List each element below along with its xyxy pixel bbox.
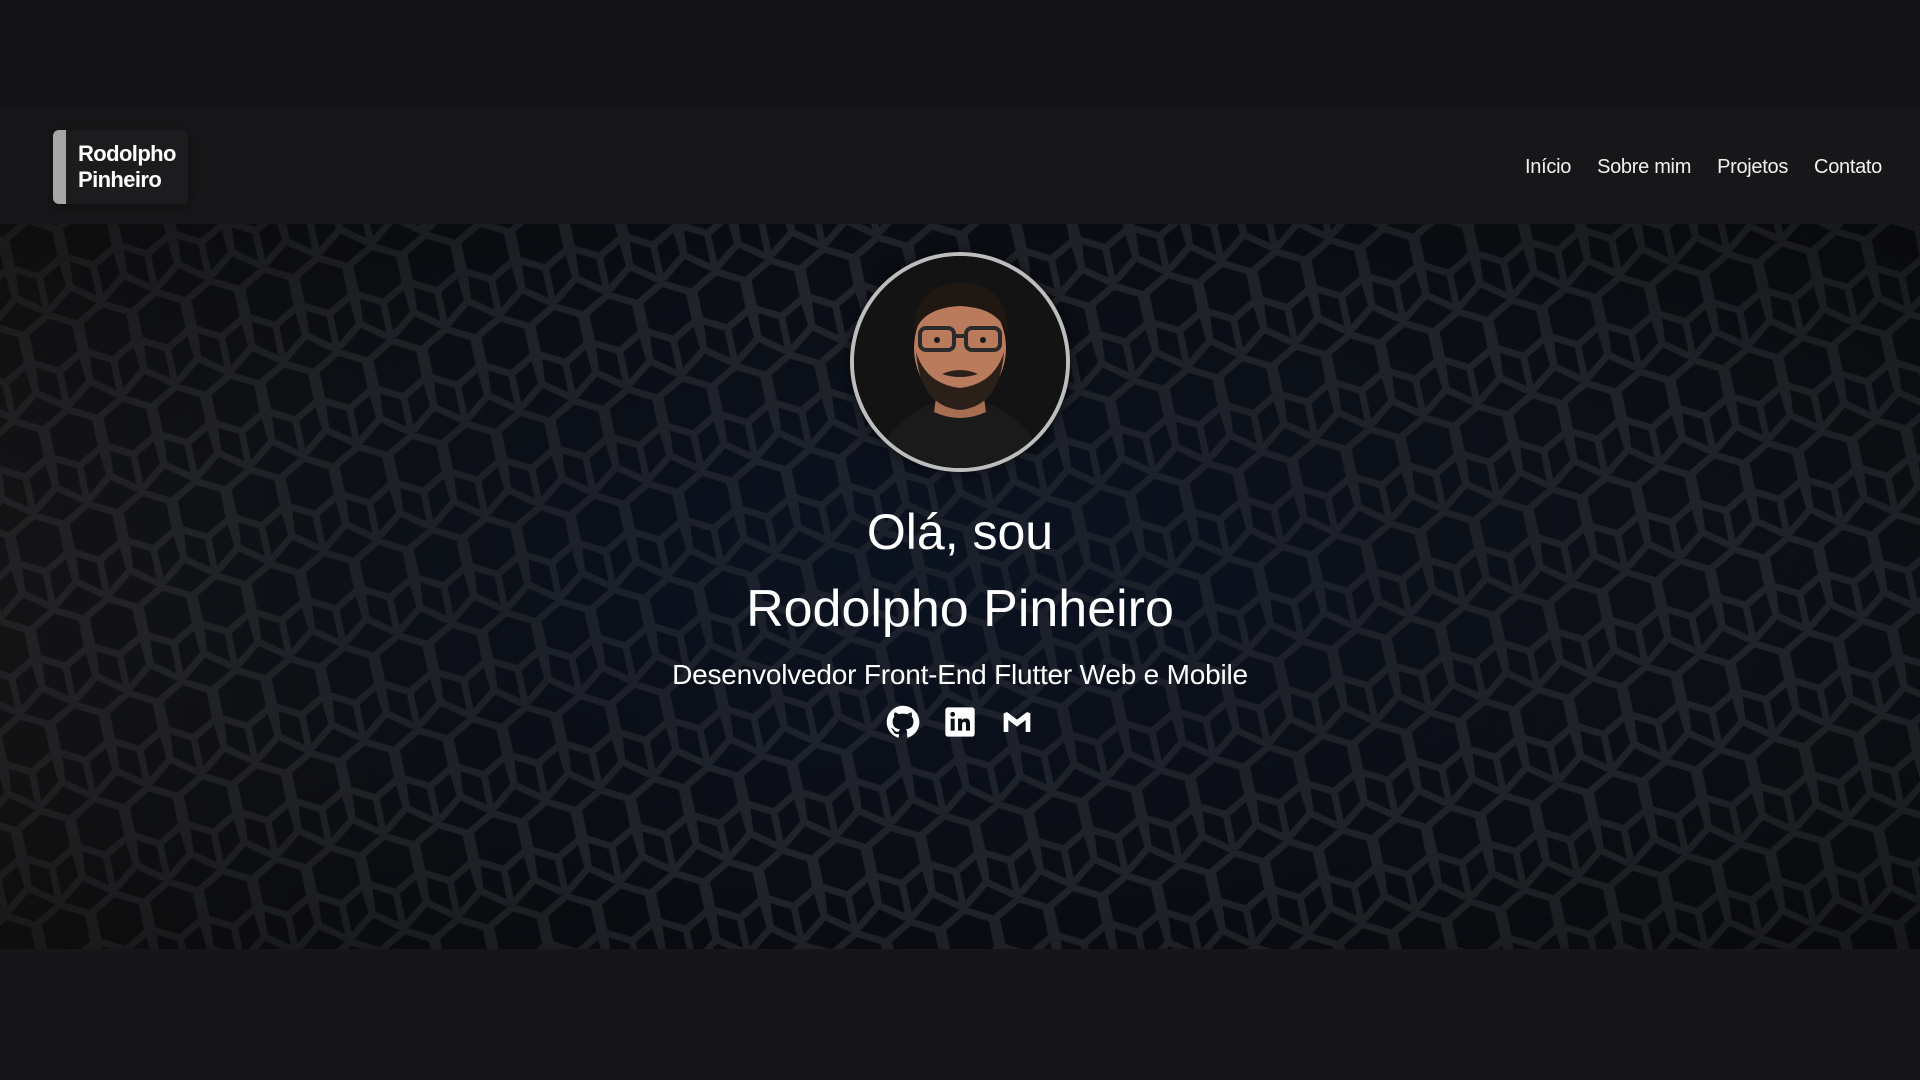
- hero-section: Olá, sou Rodolpho Pinheiro Desenvolvedor…: [0, 224, 1920, 949]
- profile-avatar: [850, 252, 1070, 472]
- hero-name: Rodolpho Pinheiro: [746, 580, 1174, 638]
- linkedin-link[interactable]: [943, 704, 978, 739]
- top-band: [0, 0, 1920, 110]
- hero-subtitle: Desenvolvedor Front-End Flutter Web e Mo…: [672, 659, 1248, 690]
- page: Rodolpho Pinheiro Início Sobre mim Proje…: [0, 0, 1920, 1080]
- brand-name-line2: Pinheiro: [78, 167, 162, 192]
- linkedin-icon: [945, 706, 975, 737]
- social-links: [886, 704, 1035, 739]
- brand-logo[interactable]: Rodolpho Pinheiro: [53, 130, 188, 204]
- nav-item-inicio[interactable]: Início: [1525, 156, 1571, 179]
- navbar: Rodolpho Pinheiro Início Sobre mim Proje…: [0, 110, 1920, 224]
- github-icon: [886, 705, 920, 738]
- profile-photo: [854, 256, 1066, 468]
- nav-menu: Início Sobre mim Projetos Contato: [1525, 156, 1882, 179]
- nav-item-contato[interactable]: Contato: [1814, 156, 1882, 179]
- brand-accent-bar: [53, 130, 66, 204]
- nav-item-projetos[interactable]: Projetos: [1717, 156, 1788, 179]
- nav-item-sobre-mim[interactable]: Sobre mim: [1597, 156, 1691, 179]
- brand-name: Rodolpho Pinheiro: [66, 130, 188, 204]
- bottom-band: [0, 949, 1920, 1080]
- github-link[interactable]: [886, 704, 921, 739]
- brand-name-line1: Rodolpho: [78, 141, 176, 166]
- hero-content: Olá, sou Rodolpho Pinheiro Desenvolvedor…: [0, 224, 1920, 949]
- gmail-icon: [1003, 711, 1031, 732]
- gmail-link[interactable]: [1000, 704, 1035, 739]
- hero-greeting: Olá, sou: [866, 504, 1054, 560]
